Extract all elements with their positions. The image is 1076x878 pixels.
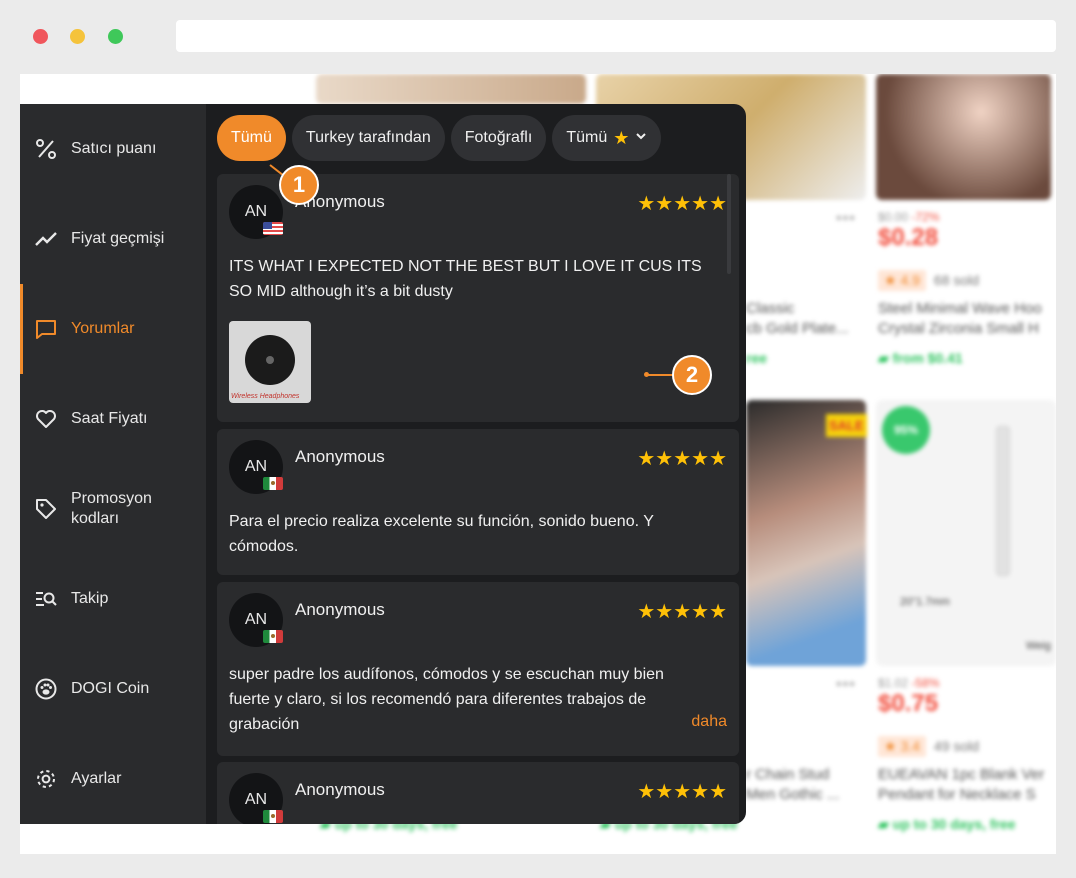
sidebar-item-label: Promosyon kodları xyxy=(71,490,152,527)
review-stars: ★★★★★ xyxy=(637,448,727,470)
photo-caption: Wireless Headphones xyxy=(231,393,300,400)
chevron-down-icon xyxy=(635,129,647,147)
discount-circle: 95% xyxy=(882,406,930,454)
filter-photo-button[interactable]: Fotoğraflı xyxy=(450,115,547,161)
product-title: Steel Minimal Wave Hoo xyxy=(878,300,1042,317)
pendant-bar xyxy=(996,426,1010,576)
sidebar-item-price-history[interactable]: Fiyat geçmişi xyxy=(20,194,206,284)
old-price: $0.00 -72% xyxy=(878,210,940,224)
rating: ★ 3.4 49 sold xyxy=(878,736,979,757)
shipping-info: ree xyxy=(746,350,768,366)
review-text: ITS WHAT I EXPECTED NOT THE BEST BUT I L… xyxy=(229,258,702,300)
callout-badge-1: 1 xyxy=(279,165,319,205)
product-title: EUEAVAN 1pc Blank Ver xyxy=(878,766,1045,783)
flag-mx-icon xyxy=(263,477,283,490)
flag-mx-icon xyxy=(263,630,283,643)
callout-badge-2: 2 xyxy=(672,355,712,395)
sidebar-item-tracking[interactable]: Takip xyxy=(20,554,206,644)
review-photo[interactable]: Wireless Headphones xyxy=(229,321,311,403)
minimize-window-dot[interactable] xyxy=(70,29,85,44)
sidebar-item-label: Satıcı puanı xyxy=(71,140,157,157)
tag-icon xyxy=(34,497,58,521)
review-text: Para el precio realiza excelente su func… xyxy=(229,513,654,555)
scrollbar-thumb[interactable] xyxy=(727,174,731,274)
sidebar-item-promo-codes[interactable]: Promosyon kodları xyxy=(20,464,206,554)
review-list[interactable]: AN Anonymous ★★★★★ ITS WHAT I EXPECTED N… xyxy=(217,174,739,824)
address-bar[interactable] xyxy=(176,20,1056,52)
review-stars: ★★★★★ xyxy=(637,781,727,803)
filter-country-button[interactable]: Turkey tarafından xyxy=(291,115,445,161)
callout-line xyxy=(647,374,675,376)
review-filters: Tümü Turkey tarafından Fotoğraflı Tümü ★ xyxy=(217,115,662,163)
product-title: cb Gold Plate... xyxy=(746,320,849,337)
rating-filter-select[interactable]: Tümü ★ xyxy=(552,115,662,161)
price: $0.28 xyxy=(878,224,939,251)
sidebar-item-label: Ayarlar xyxy=(71,770,122,787)
sidebar-item-label: Yorumlar xyxy=(71,320,135,337)
chart-line-icon xyxy=(34,227,58,251)
flag-us-icon xyxy=(263,222,283,235)
product-image xyxy=(316,74,586,104)
star-icon: ★ xyxy=(613,127,630,148)
size-label: 20"1.7mm xyxy=(900,596,950,608)
paw-icon xyxy=(34,677,58,701)
sidebar-item-reviews[interactable]: Yorumlar xyxy=(20,284,206,374)
sidebar-item-label: DOGI Coin xyxy=(71,680,150,697)
review-stars: ★★★★★ xyxy=(637,193,727,215)
product-title: r Chain Stud xyxy=(746,766,830,783)
product-image xyxy=(746,400,866,666)
rating: ★ 4.9 68 sold xyxy=(878,270,979,291)
more-dots: ••• xyxy=(836,676,856,693)
close-window-dot[interactable] xyxy=(33,29,48,44)
reviewer-name: Anonymous xyxy=(295,447,385,466)
sidebar-item-label: Saat Fiyatı xyxy=(71,410,148,427)
heart-icon xyxy=(34,407,58,431)
comment-icon xyxy=(34,317,58,341)
review-text: super padre los audífonos, cómodos y se … xyxy=(229,666,664,733)
product-image xyxy=(876,74,1051,200)
sidebar-item-dogi-coin[interactable]: DOGI Coin xyxy=(20,644,206,734)
product-title: Men Gothic ... xyxy=(746,786,840,803)
headphones-image xyxy=(245,335,295,385)
read-more-link[interactable]: daha xyxy=(691,713,727,731)
sidebar-item-label: Takip xyxy=(71,590,109,607)
product-title: Pendant for Necklace S xyxy=(878,786,1036,803)
review-card: AN Anonymous ★★★★★ ITS WHAT I EXPECTED N… xyxy=(217,174,739,422)
product-title: Classic xyxy=(746,300,795,317)
sale-badge: SALE xyxy=(826,414,867,437)
rating-filter-label: Tümü xyxy=(566,129,608,146)
sidebar-item-price-watch[interactable]: Saat Fiyatı xyxy=(20,374,206,464)
review-card: AN Anonymous ★★★★★ xyxy=(217,762,739,824)
shipping-info: ▰ from $0.41 xyxy=(878,350,963,366)
track-list-icon xyxy=(34,587,58,611)
reviews-panel: Satıcı puanı Fiyat geçmişi Yorumlar Saat… xyxy=(20,104,746,824)
reviewer-name: Anonymous xyxy=(295,600,385,619)
product-title: Crystal Zirconia Small H xyxy=(878,320,1039,337)
sidebar-item-seller-rating[interactable]: Satıcı puanı xyxy=(20,104,206,194)
sidebar: Satıcı puanı Fiyat geçmişi Yorumlar Saat… xyxy=(20,104,206,824)
price: $0.75 xyxy=(878,690,939,717)
review-stars: ★★★★★ xyxy=(637,601,727,623)
reviewer-name: Anonymous xyxy=(295,780,385,799)
weight-label: Weig xyxy=(1026,640,1051,652)
shipping-info: ▰ up to 30 days, free xyxy=(878,816,1016,832)
sidebar-item-settings[interactable]: Ayarlar xyxy=(20,734,206,824)
sidebar-item-label: Fiyat geçmişi xyxy=(71,230,165,247)
percent-icon xyxy=(34,137,58,161)
review-card: AN Anonymous ★★★★★ Para el precio realiz… xyxy=(217,429,739,575)
filter-all-button[interactable]: Tümü xyxy=(217,115,286,161)
more-dots: ••• xyxy=(836,210,856,227)
flag-mx-icon xyxy=(263,810,283,823)
gear-icon xyxy=(34,767,58,791)
review-card: AN Anonymous ★★★★★ super padre los audíf… xyxy=(217,582,739,756)
maximize-window-dot[interactable] xyxy=(108,29,123,44)
old-price: $1.02 -58% xyxy=(878,676,940,690)
